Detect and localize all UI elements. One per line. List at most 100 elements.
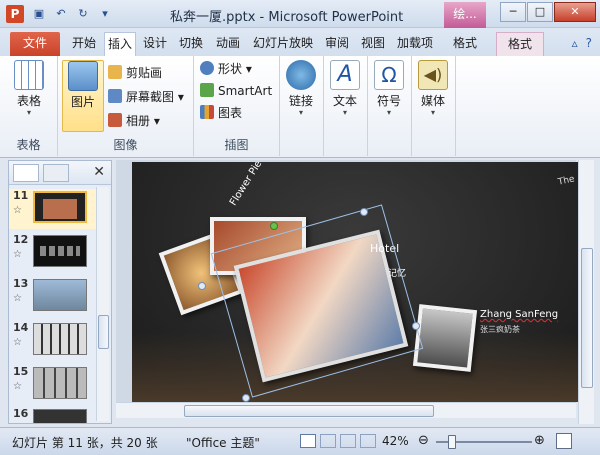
- resize-handle[interactable]: [198, 282, 206, 290]
- tab-slideshow[interactable]: 幻灯片放映: [248, 32, 318, 56]
- outline-tab-icon[interactable]: [43, 164, 69, 182]
- album-icon: [108, 113, 122, 127]
- tab-format-1[interactable]: 格式: [444, 32, 486, 56]
- powerpoint-logo-icon[interactable]: P: [6, 5, 24, 23]
- slides-pane-scrollbar[interactable]: [96, 187, 109, 421]
- scrollbar-thumb[interactable]: [184, 405, 434, 417]
- album-button[interactable]: 相册 ▾: [108, 112, 160, 130]
- dropdown-arrow-icon: ▾: [26, 108, 31, 117]
- slides-pane: ✕ 11 ☆ 12 ☆ 13 ☆ 14 ☆ 15 ☆ 16: [8, 160, 112, 424]
- symbols-button[interactable]: Ω 符号 ▾: [368, 60, 410, 117]
- theme-name-status: "Office 主题": [186, 436, 260, 450]
- text-a-icon: A: [330, 60, 360, 90]
- rotate-handle[interactable]: [270, 222, 278, 230]
- scrollbar-thumb[interactable]: [581, 248, 593, 388]
- reading-view-icon[interactable]: [340, 434, 356, 448]
- zoom-level[interactable]: 42%: [382, 434, 409, 448]
- help-icon[interactable]: ?: [586, 36, 592, 50]
- slideshow-view-icon[interactable]: [360, 434, 376, 448]
- chart-button[interactable]: 图表: [200, 104, 242, 122]
- table-button[interactable]: 表格 ▾: [8, 60, 50, 117]
- scrollbar-thumb[interactable]: [98, 315, 109, 349]
- title-bar: P ▣ ↶ ↻ ▾ 私奔一厦.pptx - Microsoft PowerPoi…: [0, 0, 600, 28]
- maximize-icon[interactable]: □: [527, 2, 553, 22]
- dropdown-arrow-icon: ▾: [342, 108, 347, 117]
- slide-preview: [33, 191, 87, 223]
- resize-handle[interactable]: [412, 322, 420, 330]
- slide-vertical-scrollbar[interactable]: [578, 160, 594, 424]
- fit-to-window-icon[interactable]: [556, 433, 572, 449]
- slide-thumbnail[interactable]: 16: [9, 407, 97, 423]
- customize-qat-icon[interactable]: ▾: [96, 5, 114, 23]
- clipart-icon: [108, 65, 122, 79]
- slide-thumbnail[interactable]: 12 ☆: [9, 233, 97, 273]
- dropdown-arrow-icon: ▾: [386, 108, 391, 117]
- group-image: 图片 剪贴画 屏幕截图 ▾ 相册 ▾ 图像: [58, 56, 194, 156]
- tab-home[interactable]: 开始: [66, 32, 102, 56]
- slide-preview: [33, 323, 87, 355]
- media-button[interactable]: ◀) 媒体 ▾: [412, 60, 454, 117]
- save-icon[interactable]: ▣: [30, 5, 48, 23]
- tab-addins[interactable]: 加载项: [392, 32, 438, 56]
- shapes-button[interactable]: 形状 ▾: [200, 60, 252, 78]
- animation-star-icon: ☆: [13, 249, 22, 260]
- slide-editing-area: Flower Pie & Cookie Hotel 记忆 Zhang SanFe…: [116, 160, 578, 404]
- ribbon-help-controls: ▵ ?: [572, 36, 592, 50]
- tab-file[interactable]: 文件: [10, 32, 60, 56]
- animation-star-icon: ☆: [13, 205, 22, 216]
- speaker-icon: ◀): [418, 60, 448, 90]
- picture-icon: [68, 61, 98, 91]
- context-tab-title: 绘...: [444, 2, 486, 28]
- tab-view[interactable]: 视图: [356, 32, 390, 56]
- minimize-ribbon-icon[interactable]: ▵: [572, 36, 578, 50]
- tab-review[interactable]: 审阅: [320, 32, 354, 56]
- close-pane-icon[interactable]: ✕: [93, 164, 105, 180]
- resize-handle[interactable]: [360, 208, 368, 216]
- window-title: 私奔一厦.pptx - Microsoft PowerPoint: [170, 10, 404, 25]
- smartart-button[interactable]: SmartArt: [200, 82, 272, 100]
- close-icon[interactable]: ✕: [554, 2, 596, 22]
- zoom-out-icon[interactable]: ⊖: [418, 433, 429, 448]
- group-illustrations: 形状 ▾ SmartArt 图表 插图: [194, 56, 280, 156]
- slide-canvas[interactable]: Flower Pie & Cookie Hotel 记忆 Zhang SanFe…: [132, 162, 578, 402]
- ribbon-tabs: 文件 开始 插入 设计 切换 动画 幻灯片放映 审阅 视图 加载项 格式 格式 …: [0, 28, 600, 56]
- undo-icon[interactable]: ↶: [52, 5, 70, 23]
- tab-insert[interactable]: 插入: [104, 32, 136, 56]
- resize-handle[interactable]: [242, 394, 250, 402]
- slide-preview: [33, 279, 87, 311]
- slide-thumbnail[interactable]: 11 ☆: [9, 189, 97, 229]
- omega-icon: Ω: [374, 60, 404, 90]
- tab-design[interactable]: 设计: [138, 32, 172, 56]
- links-button[interactable]: 链接 ▾: [280, 60, 322, 117]
- slides-tab-icon[interactable]: [13, 164, 39, 182]
- slide-thumbnail[interactable]: 15 ☆: [9, 365, 97, 405]
- zoom-in-icon[interactable]: ⊕: [534, 433, 545, 448]
- tab-animations[interactable]: 动画: [210, 32, 246, 56]
- group-table: 表格 ▾ 表格: [0, 56, 58, 156]
- slide-horizontal-scrollbar[interactable]: [116, 402, 576, 418]
- slide-thumbnail[interactable]: 14 ☆: [9, 321, 97, 361]
- group-label: 图像: [113, 138, 138, 152]
- quick-access-toolbar: ▣ ↶ ↻ ▾: [30, 5, 114, 23]
- group-media: ◀) 媒体 ▾: [412, 56, 456, 156]
- text-button[interactable]: A 文本 ▾: [324, 60, 366, 117]
- clipart-button[interactable]: 剪贴画: [108, 64, 162, 82]
- slide-thumbnail[interactable]: 13 ☆: [9, 277, 97, 317]
- photo-cup[interactable]: [412, 304, 478, 372]
- slide-sorter-icon[interactable]: [320, 434, 336, 448]
- slide-position-status: 幻灯片 第 11 张，共 20 张: [12, 436, 158, 450]
- slide-preview: [33, 235, 87, 267]
- picture-button[interactable]: 图片: [62, 60, 104, 132]
- group-symbols: Ω 符号 ▾: [368, 56, 412, 156]
- tab-format-2[interactable]: 格式: [496, 32, 544, 56]
- animation-star-icon: ☆: [13, 381, 22, 392]
- normal-view-icon[interactable]: [300, 434, 316, 448]
- shapes-icon: [200, 61, 214, 75]
- minimize-icon[interactable]: ─: [500, 2, 526, 22]
- table-icon: [14, 60, 44, 90]
- tab-transitions[interactable]: 切换: [174, 32, 208, 56]
- zoom-slider-knob[interactable]: [448, 435, 456, 449]
- animation-star-icon: ☆: [13, 337, 22, 348]
- redo-icon[interactable]: ↻: [74, 5, 92, 23]
- screenshot-button[interactable]: 屏幕截图 ▾: [108, 88, 184, 106]
